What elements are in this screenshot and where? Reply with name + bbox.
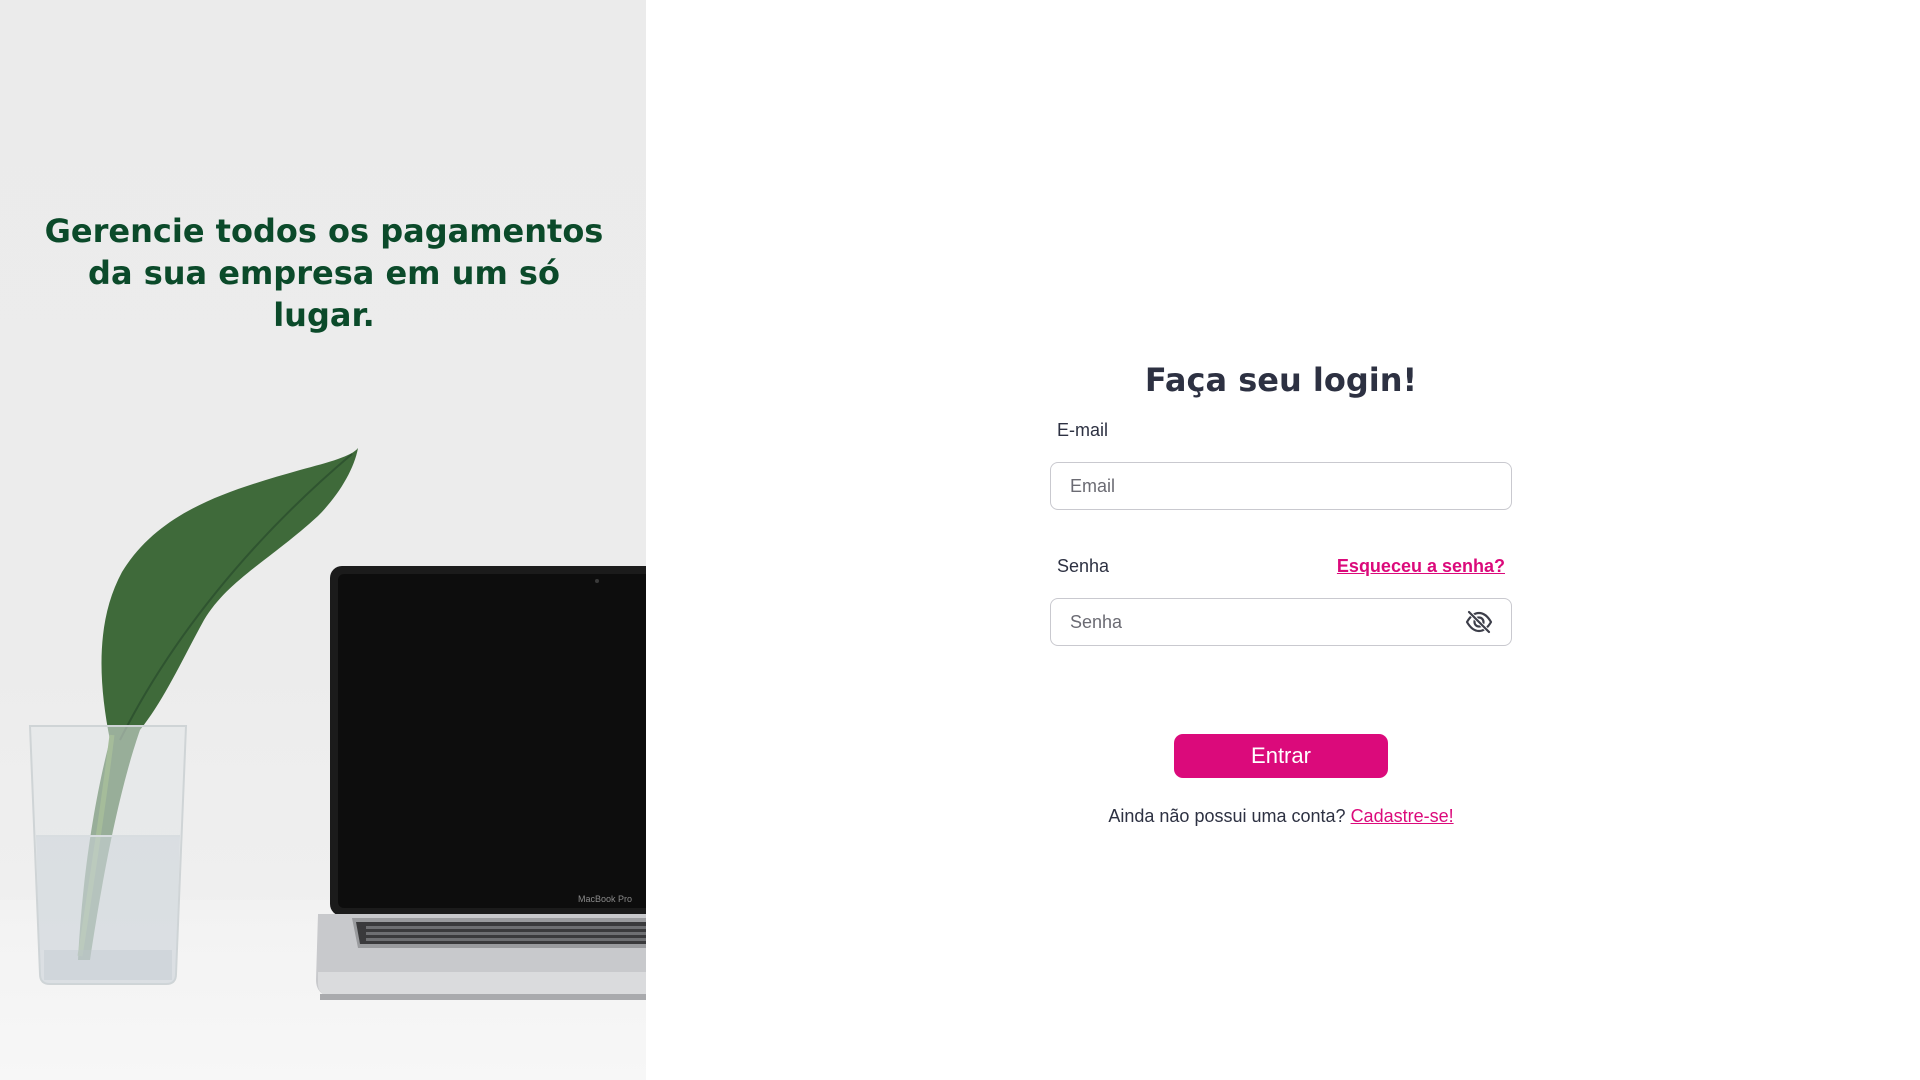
email-label-row: E-mail xyxy=(1050,416,1512,444)
forgot-password-link[interactable]: Esqueceu a senha? xyxy=(1337,556,1505,577)
password-field[interactable] xyxy=(1051,599,1511,645)
laptop-badge-text: MacBook Pro xyxy=(578,894,633,904)
login-panel: Faça seu login! E-mail Senha Esqueceu a … xyxy=(646,0,1920,1080)
signup-row: Ainda não possui uma conta? Cadastre-se! xyxy=(1050,806,1512,827)
laptop-image xyxy=(316,566,646,1000)
hero-heading: Gerencie todos os pagamentos da sua empr… xyxy=(44,212,604,334)
login-button[interactable]: Entrar xyxy=(1174,734,1388,778)
email-input-wrapper xyxy=(1050,462,1512,510)
email-field[interactable] xyxy=(1051,463,1511,509)
signup-link[interactable]: Cadastre-se! xyxy=(1351,806,1454,826)
password-label-row: Senha Esqueceu a senha? xyxy=(1050,552,1512,580)
password-input-wrapper xyxy=(1050,598,1512,646)
eye-off-icon[interactable] xyxy=(1465,610,1493,634)
signup-prompt: Ainda não possui uma conta? xyxy=(1108,806,1346,826)
plant-in-glass-image xyxy=(28,448,358,985)
login-page: MacBook Pro Gerencie todos os pagamentos… xyxy=(0,0,1920,1080)
login-form: Faça seu login! E-mail Senha Esqueceu a … xyxy=(1050,356,1512,827)
hero-panel: MacBook Pro Gerencie todos os pagamentos… xyxy=(0,0,646,1080)
email-label: E-mail xyxy=(1057,419,1109,440)
desk-illustration xyxy=(28,448,646,1000)
login-title: Faça seu login! xyxy=(1144,361,1418,399)
password-label: Senha xyxy=(1057,555,1110,576)
submit-row: Entrar xyxy=(1050,734,1512,778)
